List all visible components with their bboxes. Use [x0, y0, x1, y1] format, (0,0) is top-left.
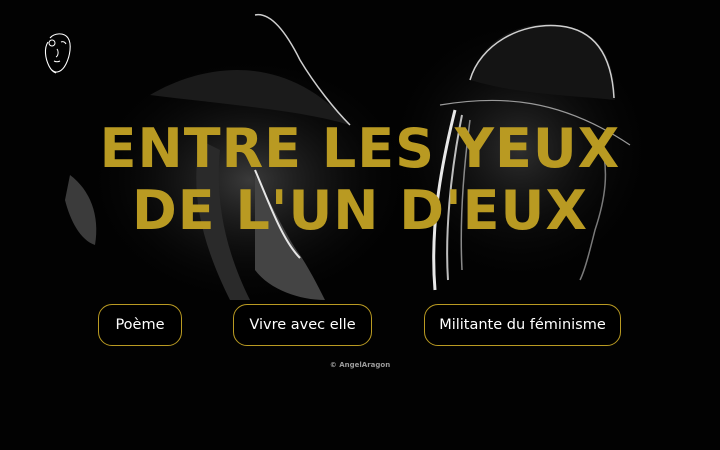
hero-title: ENTRE LES YEUX DE L'UN D'EUX	[0, 118, 720, 242]
poeme-button[interactable]: Poème	[98, 304, 182, 346]
copyright-text: © AngelAragon	[329, 361, 391, 369]
hero-title-line-1: ENTRE LES YEUX	[99, 117, 621, 180]
militante-du-feminisme-button[interactable]: Militante du féminisme	[424, 304, 621, 346]
hero-title-line-2: DE L'UN D'EUX	[131, 179, 589, 242]
page: ENTRE LES YEUX DE L'UN D'EUX Poème Vivre…	[0, 0, 720, 450]
vivre-avec-elle-button[interactable]: Vivre avec elle	[233, 304, 372, 346]
face-line-art-icon[interactable]	[40, 30, 80, 76]
